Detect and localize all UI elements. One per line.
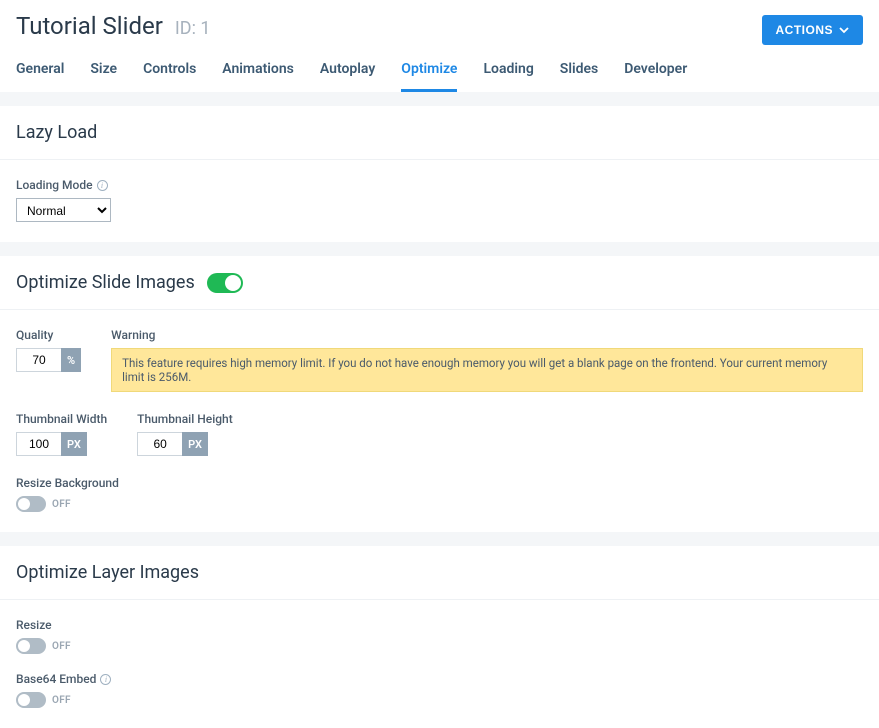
panel-title-optimize-layer: Optimize Layer Images — [16, 562, 199, 583]
tab-general[interactable]: General — [16, 61, 64, 92]
thumb-width-unit: PX — [61, 432, 87, 456]
info-icon[interactable]: i — [100, 674, 111, 685]
thumb-width-field: Thumbnail Width PX — [16, 412, 107, 456]
page-title: Tutorial Slider — [16, 12, 163, 40]
quality-label: Quality — [16, 328, 81, 342]
thumb-width-label: Thumbnail Width — [16, 412, 107, 426]
chevron-down-icon — [839, 25, 849, 35]
resize-bg-off-label: OFF — [52, 499, 71, 510]
tab-animations[interactable]: Animations — [222, 61, 294, 92]
panel-header-optimize-layer: Optimize Layer Images — [0, 546, 879, 600]
tab-loading[interactable]: Loading — [483, 61, 533, 92]
panel-body-optimize-slide: Quality % Warning This feature requires … — [0, 310, 879, 532]
panel-lazy-load: Lazy Load Loading Mode i Normal — [0, 106, 879, 242]
thumb-width-input[interactable] — [16, 432, 61, 456]
thumb-height-field: Thumbnail Height PX — [137, 412, 233, 456]
panel-optimize-layer: Optimize Layer Images Resize OFF Base64 … — [0, 546, 879, 728]
panel-optimize-slide: Optimize Slide Images Quality % Warning … — [0, 256, 879, 532]
thumb-height-unit: PX — [182, 432, 208, 456]
quality-unit: % — [61, 348, 81, 372]
resize-bg-toggle[interactable] — [16, 496, 46, 512]
optimize-slide-toggle[interactable] — [207, 273, 243, 293]
thumb-height-label: Thumbnail Height — [137, 412, 233, 426]
loading-mode-select[interactable]: Normal — [16, 198, 111, 222]
base64-toggle[interactable] — [16, 692, 46, 708]
quality-input[interactable] — [16, 348, 61, 372]
tab-optimize[interactable]: Optimize — [401, 61, 457, 92]
warning-box: This feature requires high memory limit.… — [111, 348, 863, 392]
panel-title-lazy-load: Lazy Load — [16, 122, 97, 143]
tab-size[interactable]: Size — [90, 61, 117, 92]
header: Tutorial Slider ID: 1 ACTIONS General Si… — [0, 0, 879, 92]
resize-toggle[interactable] — [16, 638, 46, 654]
panel-body-lazy-load: Loading Mode i Normal — [0, 160, 879, 242]
base64-off-label: OFF — [52, 695, 71, 706]
tab-autoplay[interactable]: Autoplay — [320, 61, 375, 92]
base64-label: Base64 Embed i — [16, 672, 863, 686]
loading-mode-label: Loading Mode i — [16, 178, 863, 192]
resize-off-label: OFF — [52, 641, 71, 652]
page-id: ID: 1 — [175, 18, 211, 39]
header-top: Tutorial Slider ID: 1 ACTIONS — [16, 12, 863, 45]
actions-label: ACTIONS — [776, 23, 834, 37]
panel-header-lazy-load: Lazy Load — [0, 106, 879, 160]
tab-developer[interactable]: Developer — [624, 61, 687, 92]
tab-slides[interactable]: Slides — [560, 61, 598, 92]
panel-title-optimize-slide: Optimize Slide Images — [16, 272, 195, 293]
resize-bg-label: Resize Background — [16, 476, 863, 490]
warning-label: Warning — [111, 328, 863, 342]
title-group: Tutorial Slider ID: 1 — [16, 12, 211, 40]
info-icon[interactable]: i — [97, 180, 108, 191]
thumb-height-input[interactable] — [137, 432, 182, 456]
actions-button[interactable]: ACTIONS — [762, 15, 864, 45]
warning-field: Warning This feature requires high memor… — [111, 328, 863, 392]
tabs: General Size Controls Animations Autopla… — [16, 61, 863, 92]
tab-controls[interactable]: Controls — [143, 61, 196, 92]
panel-header-optimize-slide: Optimize Slide Images — [0, 256, 879, 310]
quality-field: Quality % — [16, 328, 81, 372]
panel-body-optimize-layer: Resize OFF Base64 Embed i OFF — [0, 600, 879, 728]
